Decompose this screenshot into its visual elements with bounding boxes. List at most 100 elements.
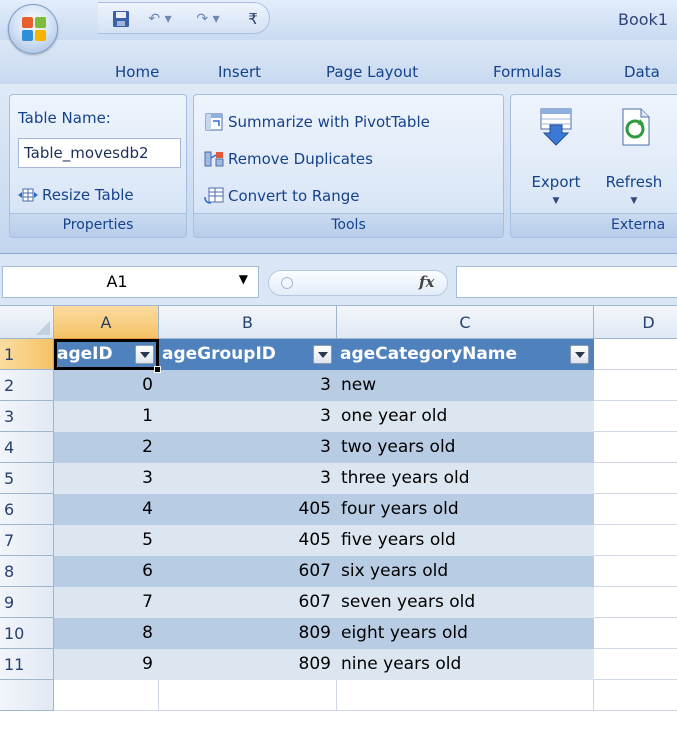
- table-cell[interactable]: 3: [159, 463, 337, 494]
- table-cell[interactable]: 5: [54, 525, 159, 556]
- name-box[interactable]: A1 ▼: [2, 266, 259, 298]
- export-dropdown-arrow[interactable]: ▼: [515, 196, 597, 206]
- table-cell[interactable]: new: [337, 370, 594, 401]
- row-header[interactable]: 9: [0, 587, 54, 618]
- redo-icon[interactable]: ↷ ▾: [190, 8, 226, 30]
- table-header-cell[interactable]: ageCategoryName: [337, 339, 594, 370]
- row-header[interactable]: 2: [0, 370, 54, 401]
- table-cell[interactable]: two years old: [337, 432, 594, 463]
- excel-window: ↶ ▾ ↷ ▾ ₹ Book1 Home Insert Page Layout …: [0, 0, 677, 746]
- external-group-label: Externa: [511, 213, 677, 237]
- resize-table-button[interactable]: Resize Table: [18, 182, 134, 208]
- remove-duplicates-button[interactable]: Remove Duplicates: [204, 146, 373, 172]
- filter-dropdown-icon[interactable]: [135, 345, 154, 364]
- row-header[interactable]: 7: [0, 525, 54, 556]
- tab-page-layout[interactable]: Page Layout: [326, 63, 418, 81]
- empty-cell[interactable]: [594, 494, 677, 525]
- insert-function-button[interactable]: fx: [419, 273, 434, 291]
- table-cell[interactable]: 2: [54, 432, 159, 463]
- row-header[interactable]: 6: [0, 494, 54, 525]
- table-cell[interactable]: five years old: [337, 525, 594, 556]
- table-cell[interactable]: nine years old: [337, 649, 594, 680]
- table-cell[interactable]: 809: [159, 618, 337, 649]
- empty-cell[interactable]: [594, 463, 677, 494]
- empty-cell[interactable]: [54, 680, 159, 711]
- row-header[interactable]: 3: [0, 401, 54, 432]
- table-cell[interactable]: 3: [159, 432, 337, 463]
- refresh-button[interactable]: Refresh ▼: [599, 95, 669, 213]
- external-table-data-group: Export ▼ Refresh ▼ Externa: [510, 94, 677, 238]
- empty-cell[interactable]: [594, 401, 677, 432]
- table-header-cell[interactable]: ageGroupID: [159, 339, 337, 370]
- tools-group: Summarize with PivotTable Remove Duplica…: [193, 94, 504, 238]
- name-box-dropdown-icon[interactable]: ▼: [239, 272, 248, 286]
- empty-cell[interactable]: [594, 556, 677, 587]
- undo-icon[interactable]: ↶ ▾: [142, 8, 178, 30]
- table-name-input[interactable]: Table_movesdb2: [18, 138, 181, 168]
- filter-dropdown-icon[interactable]: [570, 345, 589, 364]
- customize-toolbar-icon[interactable]: ₹: [243, 8, 263, 30]
- refresh-dropdown-arrow[interactable]: ▼: [599, 196, 669, 206]
- row-header[interactable]: 1: [0, 339, 54, 370]
- tab-insert[interactable]: Insert: [218, 63, 261, 81]
- tab-formulas[interactable]: Formulas: [493, 63, 561, 81]
- select-all-button[interactable]: [0, 306, 54, 339]
- empty-cell[interactable]: [594, 525, 677, 556]
- empty-cell[interactable]: [594, 680, 677, 711]
- empty-cell[interactable]: [594, 649, 677, 680]
- table-header-cell[interactable]: ageID: [54, 339, 159, 370]
- table-cell[interactable]: 3: [54, 463, 159, 494]
- tab-home[interactable]: Home: [115, 63, 159, 81]
- column-header-a[interactable]: A: [54, 306, 159, 339]
- table-cell[interactable]: 3: [159, 370, 337, 401]
- table-cell[interactable]: three years old: [337, 463, 594, 494]
- remove-duplicates-icon: [204, 150, 224, 168]
- row-header[interactable]: 5: [0, 463, 54, 494]
- convert-to-range-button[interactable]: Convert to Range: [204, 183, 359, 209]
- resize-table-label: Resize Table: [42, 186, 134, 204]
- column-header-c[interactable]: C: [337, 306, 594, 339]
- table-cell[interactable]: 0: [54, 370, 159, 401]
- fill-handle[interactable]: [154, 366, 161, 373]
- table-cell[interactable]: 3: [159, 401, 337, 432]
- table-cell[interactable]: 809: [159, 649, 337, 680]
- office-button[interactable]: [8, 4, 58, 54]
- empty-cell[interactable]: [594, 587, 677, 618]
- table-cell[interactable]: four years old: [337, 494, 594, 525]
- row-header[interactable]: [0, 680, 54, 711]
- table-cell[interactable]: 4: [54, 494, 159, 525]
- empty-cell[interactable]: [594, 432, 677, 463]
- filter-dropdown-icon[interactable]: [313, 345, 332, 364]
- tab-data[interactable]: Data: [624, 63, 660, 81]
- row-header[interactable]: 10: [0, 618, 54, 649]
- table-cell[interactable]: 405: [159, 525, 337, 556]
- column-header-b[interactable]: B: [159, 306, 337, 339]
- save-icon[interactable]: [110, 8, 132, 30]
- empty-cell[interactable]: [337, 680, 594, 711]
- column-header-d[interactable]: D: [594, 306, 677, 339]
- table-cell[interactable]: 607: [159, 587, 337, 618]
- table-cell[interactable]: seven years old: [337, 587, 594, 618]
- row-header[interactable]: 4: [0, 432, 54, 463]
- formula-input[interactable]: [456, 266, 677, 298]
- row-header[interactable]: 8: [0, 556, 54, 587]
- empty-cell[interactable]: [159, 680, 337, 711]
- empty-cell[interactable]: [594, 618, 677, 649]
- table-cell[interactable]: 607: [159, 556, 337, 587]
- table-cell[interactable]: 6: [54, 556, 159, 587]
- table-cell[interactable]: one year old: [337, 401, 594, 432]
- formula-bar-expand-icon[interactable]: [281, 277, 293, 289]
- convert-to-range-icon: [204, 187, 224, 205]
- row-header[interactable]: 11: [0, 649, 54, 680]
- table-cell[interactable]: 7: [54, 587, 159, 618]
- table-cell[interactable]: 8: [54, 618, 159, 649]
- empty-cell[interactable]: [594, 370, 677, 401]
- table-cell[interactable]: eight years old: [337, 618, 594, 649]
- table-cell[interactable]: 405: [159, 494, 337, 525]
- export-button[interactable]: Export ▼: [515, 95, 597, 213]
- table-cell[interactable]: 9: [54, 649, 159, 680]
- empty-cell[interactable]: [594, 339, 677, 370]
- table-cell[interactable]: 1: [54, 401, 159, 432]
- table-cell[interactable]: six years old: [337, 556, 594, 587]
- summarize-pivottable-button[interactable]: Summarize with PivotTable: [204, 109, 430, 135]
